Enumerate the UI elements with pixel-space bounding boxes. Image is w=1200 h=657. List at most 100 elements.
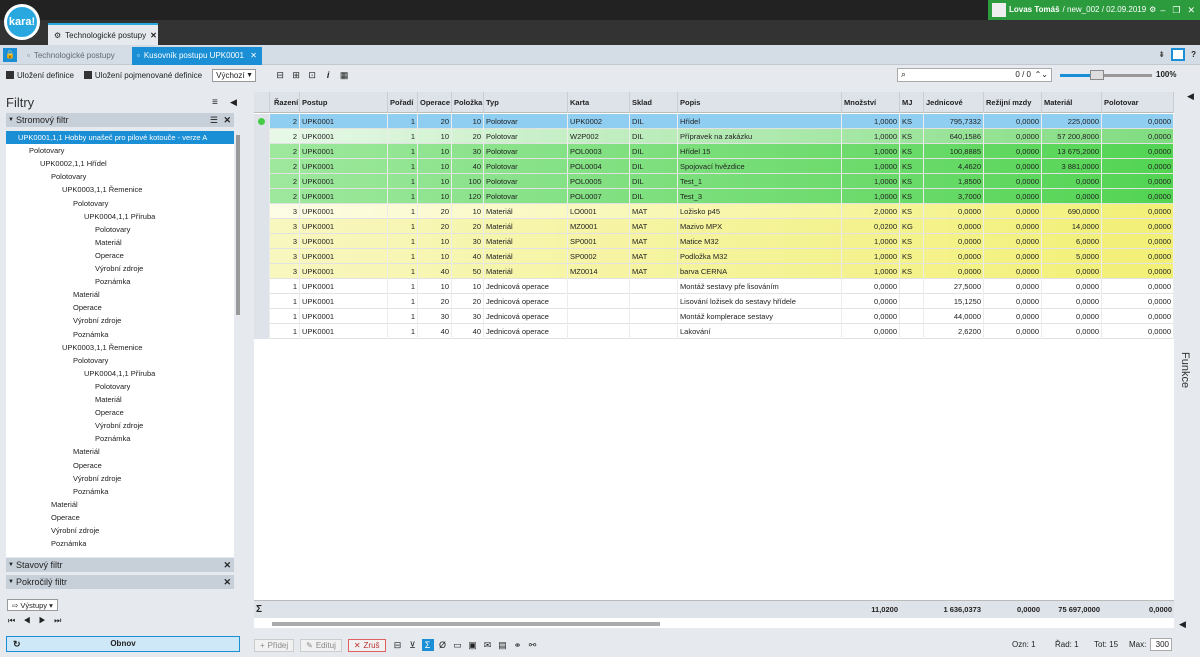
tree-node[interactable]: Polotovary (73, 197, 108, 210)
tree-node[interactable]: Materiál (95, 236, 122, 249)
table-row[interactable]: 3 UPK0001 1 10 40 Materiál SP0002 MAT Podložka M… (254, 249, 1174, 264)
edit-button[interactable]: ✎ Edituj (300, 638, 342, 652)
table-row[interactable]: 2 UPK0001 1 10 30 Polotovar POL0003 DIL Hřídel 1… (254, 144, 1174, 159)
cancel-button[interactable]: ✕ Zruš (347, 638, 386, 652)
collapse-left-icon[interactable]: ◀ (230, 97, 237, 108)
tree-node[interactable]: Polotovary (73, 354, 108, 367)
data-grid[interactable]: Řazení Postup Pořadí Operace Položka Typ Karta… (254, 92, 1174, 628)
add-button[interactable]: + Přidej (254, 638, 295, 652)
tree-node[interactable]: Výrobní zdroje (51, 524, 99, 537)
record-nav[interactable]: ⏮ ◀ ▶ ⏭ (8, 616, 64, 626)
upload-icon[interactable]: ⊡ (306, 69, 318, 81)
column-header[interactable]: Řazení (272, 92, 300, 113)
info-icon[interactable]: i (322, 69, 334, 81)
tree-node[interactable]: Polotovary (95, 223, 130, 236)
table-row[interactable]: 2 UPK0001 1 20 10 Polotovar UPK0002 DIL Hřídel 1,… (254, 114, 1174, 129)
tree-node[interactable]: UPK0003,1,1 Řemenice (62, 183, 142, 196)
tree-node[interactable]: Materiál (73, 445, 100, 458)
table-row[interactable]: 2 UPK0001 1 10 100 Polotovar POL0005 DIL Test_1 1… (254, 174, 1174, 189)
pin-icon[interactable]: ⇟ (1158, 50, 1165, 59)
restore-icon[interactable]: ❐ (1172, 0, 1180, 20)
tree-node[interactable]: UPK0003,1,1 Řemenice (62, 341, 142, 354)
tree-node[interactable]: Poznámka (95, 275, 130, 288)
link-icon[interactable]: ⚭ (512, 639, 524, 651)
window-icon[interactable]: ▭ (452, 639, 464, 651)
column-header[interactable]: Polotovar (1102, 92, 1174, 113)
row-indicator[interactable] (254, 189, 270, 204)
expand-bottom-icon[interactable]: ◀ (1179, 619, 1186, 630)
state-filter-header[interactable]: Stavový filtr ✕ (6, 558, 234, 572)
export-icon[interactable]: ⊟ (274, 69, 286, 81)
table-row[interactable]: 1 UPK0001 1 20 20 Jednicová operace Lisování l… (254, 294, 1174, 309)
minimize-icon[interactable]: – (1160, 0, 1165, 20)
tree-node[interactable]: Výrobní zdroje (95, 419, 143, 432)
column-header[interactable]: Množství (842, 92, 900, 113)
close-tab-icon[interactable]: ✕ (250, 47, 257, 65)
tree-node[interactable]: Operace (73, 301, 102, 314)
table-row[interactable]: 1 UPK0001 1 40 40 Jednicová operace Lakování 0,… (254, 324, 1174, 339)
column-header[interactable]: MJ (900, 92, 924, 113)
tree-node[interactable]: Polotovary (51, 170, 86, 183)
zoom-knob[interactable] (1089, 70, 1104, 80)
advanced-filter-header[interactable]: Pokročilý filtr ✕ (6, 575, 234, 589)
table-row[interactable]: 3 UPK0001 1 20 20 Materiál MZ0001 MAT Mazivo MPX… (254, 219, 1174, 234)
tree-node[interactable]: Výrobní zdroje (73, 472, 121, 485)
filter-icon[interactable]: ⊟ (392, 639, 404, 651)
tree-node[interactable]: UPK0004,1,1 Příruba (84, 210, 155, 223)
table-row[interactable]: 3 UPK0001 1 10 30 Materiál SP0001 MAT Matice M32… (254, 234, 1174, 249)
row-indicator[interactable] (254, 234, 270, 249)
filter-menu-icon[interactable]: ≡ (212, 97, 218, 108)
close-tab-icon[interactable]: ✕ (150, 26, 157, 45)
grid-settings-icon[interactable]: ▦ (338, 69, 350, 81)
row-indicator[interactable] (254, 219, 270, 234)
tree-node[interactable]: Poznámka (95, 432, 130, 445)
tree-node[interactable]: Výrobní zdroje (95, 262, 143, 275)
tree-node[interactable]: Poznámka (73, 328, 108, 341)
outputs-button[interactable]: ⇨ Výstupy ▾ (7, 599, 58, 611)
table-row[interactable]: 1 UPK0001 1 30 30 Jednicová operace Montáž kom… (254, 309, 1174, 324)
subtab-technologicke-postupy[interactable]: ▫ Technologické postupy (22, 47, 120, 65)
zoom-slider[interactable] (1060, 70, 1152, 80)
layout-icon[interactable] (1171, 48, 1186, 61)
tree-scrollbar[interactable] (236, 135, 240, 315)
unlink-icon[interactable]: ⚯ (527, 639, 539, 651)
row-indicator[interactable] (254, 249, 270, 264)
tree-node[interactable]: Operace (51, 511, 80, 524)
column-header[interactable]: Položka (452, 92, 484, 113)
column-header[interactable]: Pořadí (388, 92, 418, 113)
tree-node[interactable]: Polotovary (29, 144, 64, 157)
column-header[interactable]: Operace (418, 92, 452, 113)
preset-select[interactable]: Výchozí (212, 68, 257, 82)
grid-hscrollbar[interactable] (272, 622, 660, 626)
tree-node[interactable]: Poznámka (51, 537, 86, 550)
search-input[interactable]: ⌕ 0 / 0 ⌃⌄ (897, 68, 1052, 82)
collapse-right-icon[interactable]: ◀ (1187, 91, 1194, 102)
tree-node[interactable]: Materiál (95, 393, 122, 406)
filter-options-icon[interactable]: ☰ (210, 113, 218, 127)
lock-icon[interactable]: 🔒 (3, 48, 17, 62)
row-indicator[interactable] (254, 114, 270, 129)
funnel-icon[interactable]: ⊻ (407, 639, 419, 651)
help-icon[interactable]: ? (1191, 50, 1196, 59)
table-row[interactable]: 1 UPK0001 1 10 10 Jednicová operace Montáž ses… (254, 279, 1174, 294)
tree-node[interactable]: Poznámka (73, 485, 108, 498)
tree-node[interactable]: Operace (95, 406, 124, 419)
tree-node[interactable]: Operace (73, 459, 102, 472)
tree-node[interactable]: Materiál (73, 288, 100, 301)
calendar-icon[interactable]: ▣ (467, 639, 479, 651)
row-indicator[interactable] (254, 144, 270, 159)
gear-icon[interactable]: ⚙ (1149, 0, 1156, 20)
row-indicator[interactable] (254, 279, 270, 294)
column-header[interactable]: Režijní mzdy (984, 92, 1042, 113)
column-header[interactable]: Postup (300, 92, 388, 113)
tree-node[interactable]: Výrobní zdroje (73, 314, 121, 327)
refresh-button[interactable]: ↻ Obnov (6, 636, 240, 652)
tree-node[interactable]: Materiál (51, 498, 78, 511)
functions-panel-tab[interactable]: Funkce (1179, 352, 1191, 388)
table-row[interactable]: 2 UPK0001 1 10 120 Polotovar POL0007 DIL Test_3 1… (254, 189, 1174, 204)
table-row[interactable]: 2 UPK0001 1 10 40 Polotovar POL0004 DIL Spojovac… (254, 159, 1174, 174)
column-header[interactable]: Sklad (630, 92, 678, 113)
column-header[interactable]: Jednicové mzdy (924, 92, 984, 128)
table-row[interactable]: 3 UPK0001 1 40 50 Materiál MZ0014 MAT barva CERN… (254, 264, 1174, 279)
table-row[interactable]: 3 UPK0001 1 20 10 Materiál LO0001 MAT Ložisko p4… (254, 204, 1174, 219)
